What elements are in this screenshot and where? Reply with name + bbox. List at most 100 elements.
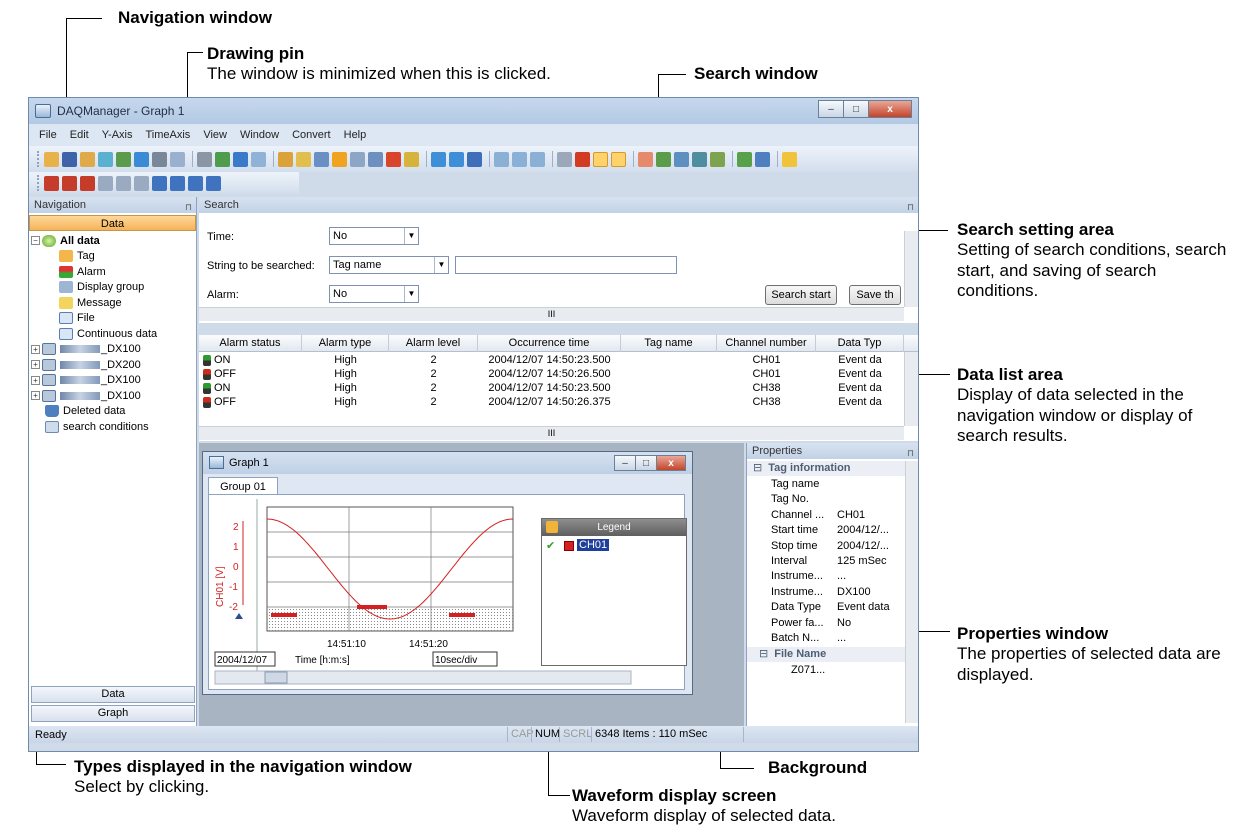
chevron-down-icon[interactable]: ▼ bbox=[404, 228, 418, 244]
col-alarm-type[interactable]: Alarm type bbox=[302, 335, 389, 352]
sheet-icon[interactable] bbox=[710, 151, 725, 167]
chart2-icon[interactable] bbox=[314, 151, 329, 167]
alarm-select[interactable]: No ▼ bbox=[329, 285, 419, 303]
paste-icon[interactable] bbox=[233, 151, 248, 167]
category-tag-information[interactable]: ⊟ Tag information bbox=[747, 461, 905, 477]
tree-device-3[interactable]: + _DX100 bbox=[31, 373, 195, 389]
property-row[interactable]: Channel ... CH01 bbox=[747, 508, 905, 523]
print-preview-icon[interactable] bbox=[98, 151, 113, 167]
chart6-icon[interactable] bbox=[386, 151, 401, 167]
tree-deleted-data[interactable]: Deleted data bbox=[31, 404, 195, 420]
move-ab-icon[interactable] bbox=[188, 175, 203, 191]
graph-a-icon[interactable] bbox=[494, 151, 509, 167]
bars-icon[interactable] bbox=[278, 151, 293, 167]
property-row[interactable]: Instrume... DX100 bbox=[747, 585, 905, 600]
table-row[interactable]: ON High 2 2004/12/07 14:50:23.500 CH01 Event … bbox=[199, 354, 918, 367]
time-select[interactable]: No ▼ bbox=[329, 227, 419, 245]
category-file-name[interactable]: ⊟ File Name bbox=[747, 647, 905, 663]
view-icon[interactable] bbox=[611, 151, 626, 167]
tree-device-1[interactable]: + _DX100 bbox=[31, 342, 195, 358]
tree-message[interactable]: Message bbox=[31, 295, 195, 311]
property-row[interactable]: Interval 125 mSec bbox=[747, 554, 905, 569]
save-icon[interactable] bbox=[62, 151, 77, 167]
cut-icon[interactable] bbox=[197, 151, 212, 167]
menu-convert[interactable]: Convert bbox=[292, 129, 331, 141]
sort-icon[interactable] bbox=[404, 151, 419, 167]
nav-type-graph-button[interactable]: Graph bbox=[31, 705, 195, 722]
graph-title-bar[interactable]: Graph 1 – □ x bbox=[203, 452, 692, 474]
menu-file[interactable]: File bbox=[39, 129, 57, 141]
property-row[interactable]: Stop time 2004/12/... bbox=[747, 539, 905, 554]
expand-icon[interactable]: + bbox=[31, 344, 40, 354]
export-xls-icon[interactable] bbox=[737, 151, 752, 167]
col-alarm-level[interactable]: Alarm level bbox=[389, 335, 478, 352]
collapse-icon[interactable]: − bbox=[31, 236, 40, 246]
table-row[interactable]: OFF High 2 2004/12/07 14:50:26.500 CH01 Event… bbox=[199, 368, 918, 381]
collapse-icon[interactable]: ⊟ bbox=[759, 648, 768, 660]
zoom-fit-icon[interactable] bbox=[467, 151, 482, 167]
string-select[interactable]: Tag name ▼ bbox=[329, 256, 449, 274]
tree-display-group[interactable]: Display group bbox=[31, 280, 195, 296]
list-icon[interactable] bbox=[593, 151, 608, 167]
graph-close-button[interactable]: x bbox=[656, 455, 686, 471]
property-row[interactable]: Tag name bbox=[747, 477, 905, 492]
scrollbar-thumb[interactable] bbox=[264, 671, 288, 684]
col-channel-number[interactable]: Channel number bbox=[717, 335, 816, 352]
move-a-icon[interactable] bbox=[152, 175, 167, 191]
menu-view[interactable]: View bbox=[203, 129, 227, 141]
col-data-type[interactable]: Data Typ bbox=[816, 335, 904, 352]
clipboard-icon[interactable] bbox=[251, 151, 266, 167]
property-row[interactable]: Data Type Event data bbox=[747, 600, 905, 615]
search-horizontal-scrollbar[interactable]: III bbox=[199, 307, 904, 321]
property-row[interactable]: Tag No. bbox=[747, 492, 905, 507]
legend-entry[interactable]: ✔ CH01 bbox=[542, 538, 686, 554]
property-row[interactable]: Start time 2004/12/... bbox=[747, 523, 905, 538]
graph-maximize-button[interactable]: □ bbox=[635, 455, 657, 471]
col-alarm-status[interactable]: Alarm status bbox=[199, 335, 302, 352]
menu-time-axis[interactable]: TimeAxis bbox=[145, 129, 190, 141]
expand-icon[interactable]: + bbox=[31, 360, 40, 370]
group-tab[interactable]: Group 01 bbox=[208, 477, 278, 495]
menu-window[interactable]: Window bbox=[240, 129, 279, 141]
zoom-out-icon[interactable] bbox=[449, 151, 464, 167]
tree-device-4[interactable]: + _DX100 bbox=[31, 388, 195, 404]
table-row[interactable]: OFF High 2 2004/12/07 14:50:26.375 CH38 Event… bbox=[199, 396, 918, 409]
move-b-icon[interactable] bbox=[170, 175, 185, 191]
help-icon[interactable] bbox=[782, 151, 797, 167]
search-string-input[interactable] bbox=[455, 256, 677, 274]
export-txt-icon[interactable] bbox=[755, 151, 770, 167]
tools-icon[interactable] bbox=[557, 151, 572, 167]
property-row[interactable]: Batch N...... bbox=[747, 631, 905, 646]
tree-file[interactable]: File bbox=[31, 311, 195, 327]
property-row[interactable]: Power fa... No bbox=[747, 616, 905, 631]
jump-ab-icon[interactable] bbox=[134, 175, 149, 191]
expand-icon[interactable]: + bbox=[31, 391, 40, 401]
chevron-down-icon[interactable]: ▼ bbox=[404, 286, 418, 302]
graph-c-icon[interactable] bbox=[530, 151, 545, 167]
color-icon[interactable] bbox=[656, 151, 671, 167]
data-list-horizontal-scrollbar[interactable]: III bbox=[199, 426, 904, 440]
property-row-file[interactable]: Z071... bbox=[747, 663, 905, 678]
move-c-icon[interactable] bbox=[206, 175, 221, 191]
table-icon[interactable] bbox=[674, 151, 689, 167]
search-vertical-scrollbar[interactable] bbox=[904, 231, 918, 307]
open-folder-icon[interactable] bbox=[44, 151, 59, 167]
tree-device-2[interactable]: + _DX200 bbox=[31, 357, 195, 373]
tree-tag[interactable]: Tag bbox=[31, 249, 195, 265]
graph-b-icon[interactable] bbox=[512, 151, 527, 167]
nav-type-data-button[interactable]: Data bbox=[31, 686, 195, 703]
marker-a-icon[interactable] bbox=[44, 175, 59, 191]
find-icon[interactable] bbox=[116, 151, 131, 167]
check-icon[interactable]: ✔ bbox=[546, 539, 555, 552]
col-occurrence-time[interactable]: Occurrence time bbox=[478, 335, 621, 352]
zoom-in-icon[interactable] bbox=[431, 151, 446, 167]
drawing-pin-icon[interactable]: ⊓ bbox=[185, 199, 192, 215]
data-list-vertical-scrollbar[interactable] bbox=[904, 352, 918, 426]
chevron-down-icon[interactable]: ▼ bbox=[434, 257, 448, 273]
property-row[interactable]: Instrume...... bbox=[747, 569, 905, 584]
tree-continuous-data[interactable]: Continuous data bbox=[31, 326, 195, 342]
axis-marker-icon[interactable] bbox=[235, 613, 243, 619]
grid-icon[interactable] bbox=[692, 151, 707, 167]
chart5-icon[interactable] bbox=[368, 151, 383, 167]
chart-icon[interactable] bbox=[296, 151, 311, 167]
